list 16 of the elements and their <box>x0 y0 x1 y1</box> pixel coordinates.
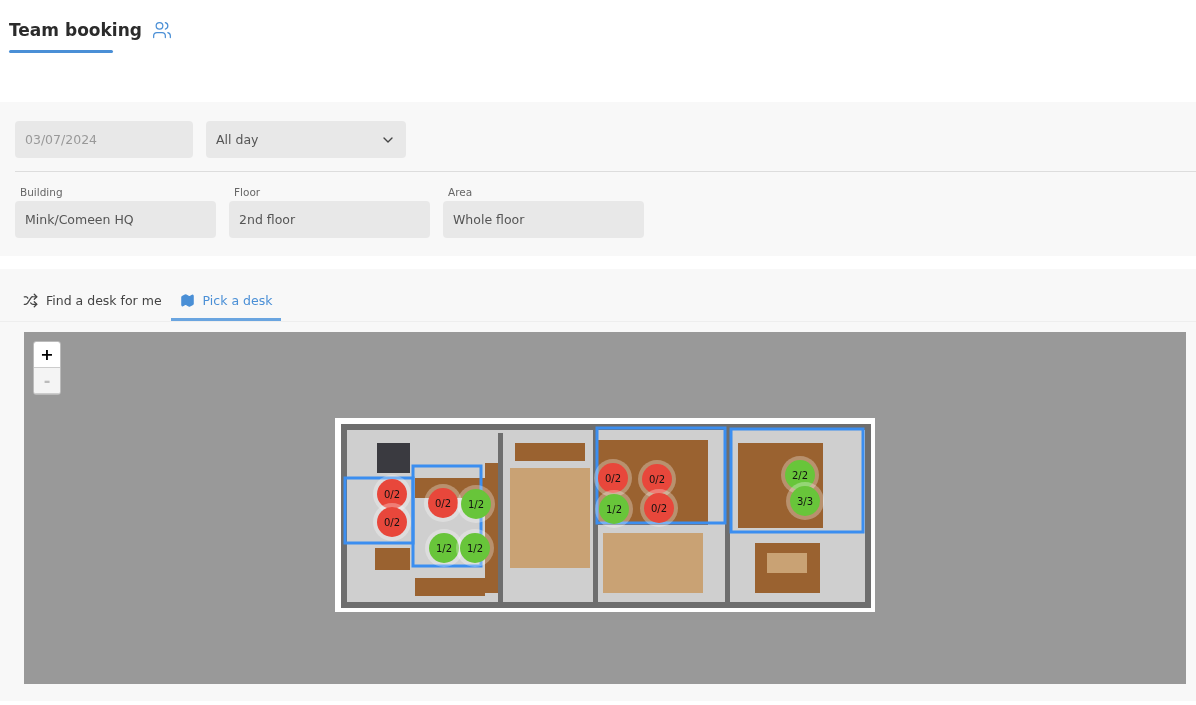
tab[interactable]: Pick a desk <box>170 281 282 321</box>
tab[interactable]: Find a desk for me <box>14 281 171 321</box>
people-icon <box>151 20 172 40</box>
date-field[interactable]: 03/07/2024 <box>15 121 193 158</box>
field-label: Floor <box>233 186 262 198</box>
time-dropdown[interactable]: All day <box>206 121 406 158</box>
field-label: Building <box>19 186 64 198</box>
zoom-in-button[interactable]: + <box>34 342 60 368</box>
select-field[interactable]: Mink/Comeen HQ <box>15 201 216 238</box>
page-title: Team booking <box>9 20 142 40</box>
map-canvas[interactable]: + - 0/2 0/2 0/2 1/2 1/2 1/2 0/2 0/2 1/2 0/2 2/2 3/3 <box>24 332 1186 684</box>
shuffle-icon <box>23 293 38 308</box>
field-label: Area <box>447 186 474 198</box>
map-icon <box>179 293 195 308</box>
select-field[interactable]: Whole floor <box>443 201 644 238</box>
select-field[interactable]: 2nd floor <box>229 201 430 238</box>
